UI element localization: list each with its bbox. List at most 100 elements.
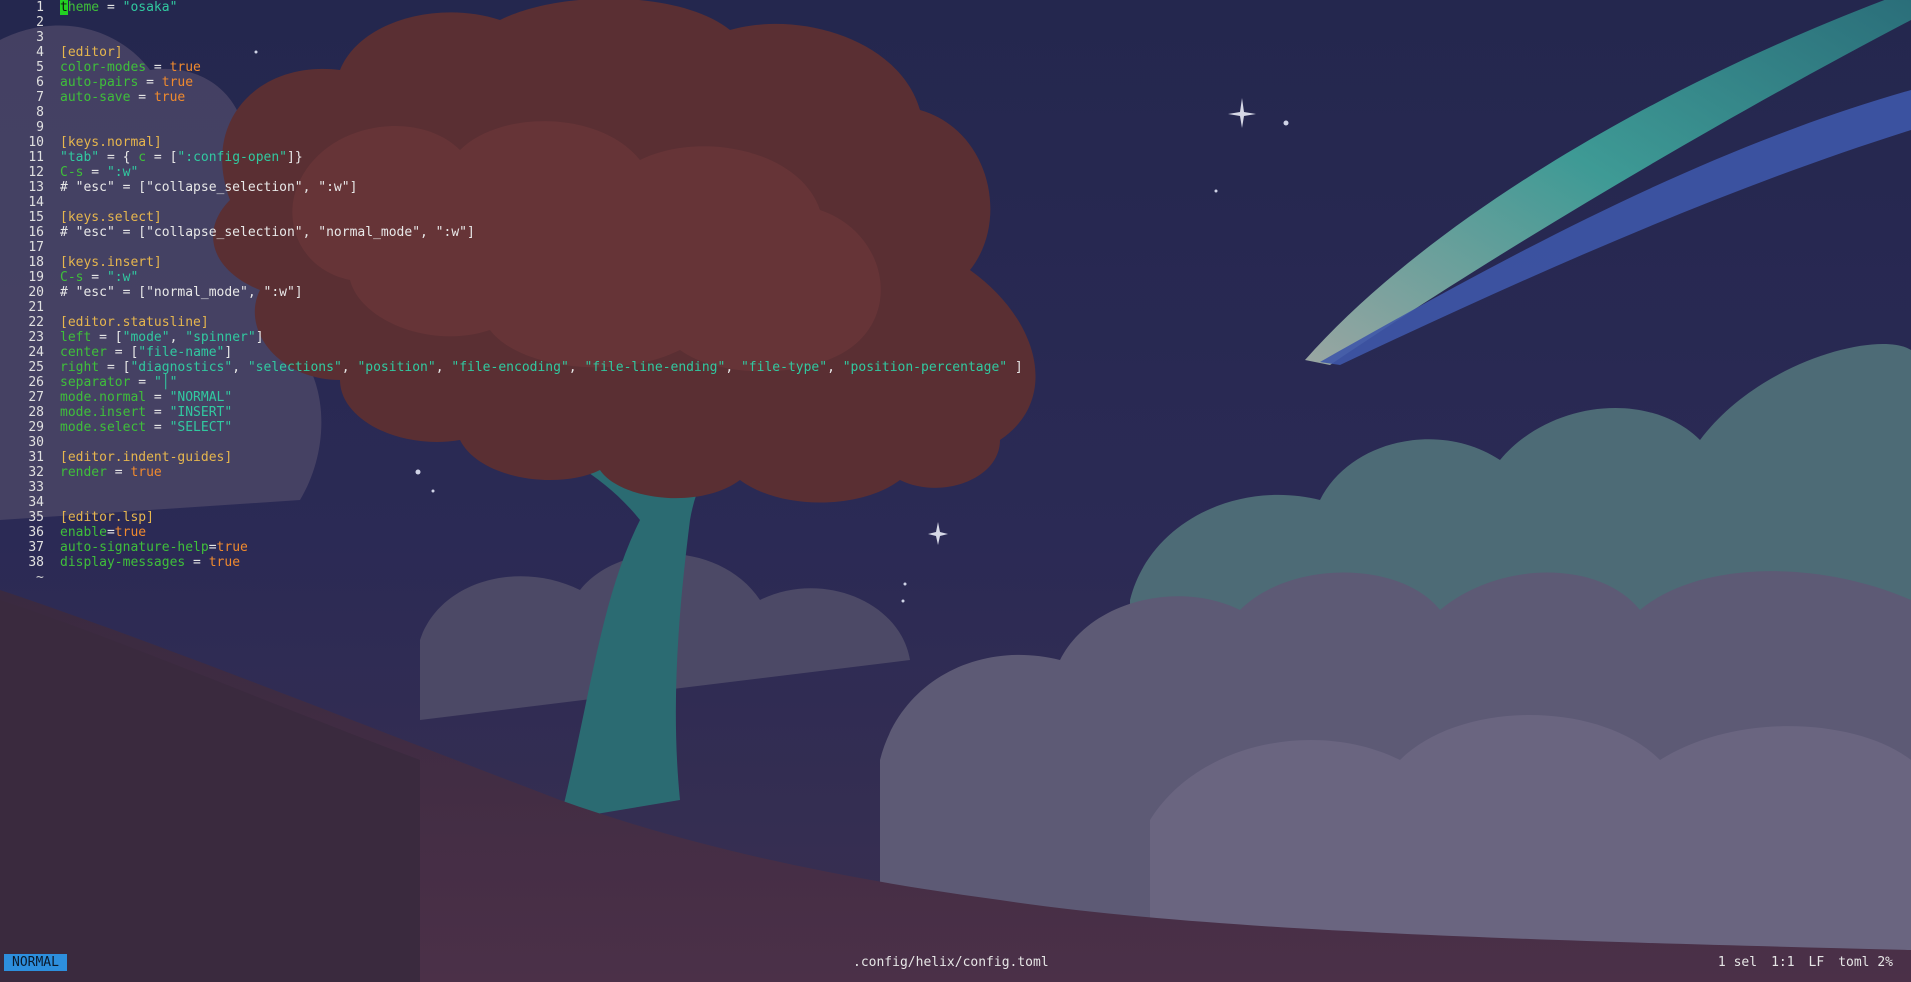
code-line[interactable]: 16 # "esc" = ["collapse_selection", "norm… <box>0 225 1911 240</box>
code-token: "│" <box>153 375 178 390</box>
code-token: true <box>216 540 248 555</box>
code-line[interactable]: 14 <box>0 195 1911 210</box>
code-text[interactable]: auto-pairs = true <box>60 75 193 90</box>
code-line[interactable]: 13 # "esc" = ["collapse_selection", ":w"] <box>0 180 1911 195</box>
code-text[interactable]: center = ["file-name"] <box>60 345 232 360</box>
code-line[interactable]: 1 theme = "osaka" <box>0 0 1911 15</box>
code-line[interactable]: 32 render = true <box>0 465 1911 480</box>
code-line[interactable]: 17 <box>0 240 1911 255</box>
code-text[interactable]: left = ["mode", "spinner"] <box>60 330 264 345</box>
code-token: "file-type" <box>740 360 828 375</box>
code-text[interactable]: [editor.indent-guides] <box>60 450 232 465</box>
code-token: ]} <box>287 150 303 165</box>
code-text[interactable]: # "esc" = ["collapse_selection", "normal… <box>60 225 475 240</box>
line-number: 30 <box>28 435 44 450</box>
code-line[interactable]: 38 display-messages = true <box>0 555 1911 570</box>
code-line[interactable]: 21 <box>0 300 1911 315</box>
code-token: [editor] <box>60 45 123 60</box>
code-line[interactable]: 30 <box>0 435 1911 450</box>
code-text[interactable]: [editor.lsp] <box>60 510 154 525</box>
code-line[interactable]: 29 mode.select = "SELECT" <box>0 420 1911 435</box>
code-line[interactable]: 23 left = ["mode", "spinner"] <box>0 330 1911 345</box>
line-number: 12 <box>28 165 44 180</box>
code-text[interactable]: [keys.normal] <box>60 135 162 150</box>
code-token: , <box>827 360 843 375</box>
code-line[interactable]: 15 [keys.select] <box>0 210 1911 225</box>
code-token: [editor.lsp] <box>60 510 154 525</box>
code-token: # "esc" = ["collapse_selection", ":w"] <box>60 180 358 195</box>
code-line[interactable]: 12 C-s = ":w" <box>0 165 1911 180</box>
code-line[interactable]: 36 enable=true <box>0 525 1911 540</box>
code-text[interactable]: mode.select = "SELECT" <box>60 420 232 435</box>
code-line[interactable]: 2 <box>0 15 1911 30</box>
code-text[interactable]: [editor] <box>60 45 123 60</box>
code-token: auto-signature-help <box>60 540 209 555</box>
code-token: mode.select <box>60 420 147 435</box>
line-number: 7 <box>36 90 44 105</box>
code-line[interactable]: 10 [keys.normal] <box>0 135 1911 150</box>
code-token: = [ <box>146 150 178 165</box>
code-line[interactable]: 22 [editor.statusline] <box>0 315 1911 330</box>
code-line[interactable]: 4 [editor] <box>0 45 1911 60</box>
code-token: c <box>138 150 147 165</box>
code-text[interactable]: [keys.select] <box>60 210 162 225</box>
code-text[interactable]: mode.normal = "NORMAL" <box>60 390 232 405</box>
code-token: "spinner" <box>185 330 256 345</box>
code-text[interactable]: auto-save = true <box>60 90 185 105</box>
code-text[interactable]: C-s = ":w" <box>60 270 138 285</box>
code-line[interactable]: 18 [keys.insert] <box>0 255 1911 270</box>
code-line[interactable]: 19 C-s = ":w" <box>0 270 1911 285</box>
code-text[interactable]: color-modes = true <box>60 60 201 75</box>
code-token: # "esc" = ["normal_mode", ":w"] <box>60 285 303 300</box>
code-token: ] <box>224 345 233 360</box>
code-line[interactable]: 8 <box>0 105 1911 120</box>
code-text[interactable]: auto-signature-help=true <box>60 540 248 555</box>
code-token: [keys.insert] <box>60 255 162 270</box>
code-text[interactable]: separator = "│" <box>60 375 177 390</box>
code-line[interactable]: 20 # "esc" = ["normal_mode", ":w"] <box>0 285 1911 300</box>
code-token: ":w" <box>106 270 139 285</box>
code-text[interactable]: "tab" = { c = [":config-open"]} <box>60 150 303 165</box>
status-filename: .config/helix/config.toml <box>853 955 1049 970</box>
code-text[interactable]: theme = "osaka" <box>60 0 177 15</box>
code-text[interactable]: [keys.insert] <box>60 255 162 270</box>
code-line[interactable]: 25 right = ["diagnostics", "selections", … <box>0 360 1911 375</box>
code-line[interactable]: 9 <box>0 120 1911 135</box>
code-token: enable <box>60 525 107 540</box>
code-text[interactable]: render = true <box>60 465 162 480</box>
code-line[interactable]: 24 center = ["file-name"] <box>0 345 1911 360</box>
code-token: ":config-open" <box>177 150 287 165</box>
code-text[interactable]: right = ["diagnostics", "selections", "p… <box>60 360 1023 375</box>
code-token: = { <box>99 150 139 165</box>
code-token: = [ <box>99 360 131 375</box>
code-line[interactable]: 27 mode.normal = "NORMAL" <box>0 390 1911 405</box>
line-number: 18 <box>28 255 44 270</box>
helix-terminal-window: 1 theme = "osaka" 2 3 4 [editor] 5 color-modes … <box>0 0 1911 982</box>
code-text[interactable]: # "esc" = ["normal_mode", ":w"] <box>60 285 303 300</box>
code-line[interactable]: 5 color-modes = true <box>0 60 1911 75</box>
line-number: 32 <box>28 465 44 480</box>
code-line[interactable]: 7 auto-save = true <box>0 90 1911 105</box>
code-line[interactable]: 33 <box>0 480 1911 495</box>
code-text[interactable]: mode.insert = "INSERT" <box>60 405 232 420</box>
code-text[interactable]: [editor.statusline] <box>60 315 209 330</box>
code-line[interactable]: 6 auto-pairs = true <box>0 75 1911 90</box>
code-line[interactable]: 3 <box>0 30 1911 45</box>
line-number: 35 <box>28 510 44 525</box>
code-token: left <box>60 330 92 345</box>
code-text[interactable]: C-s = ":w" <box>60 165 138 180</box>
code-line[interactable]: 11 "tab" = { c = [":config-open"]} <box>0 150 1911 165</box>
code-text[interactable]: # "esc" = ["collapse_selection", ":w"] <box>60 180 357 195</box>
code-token: , <box>435 360 452 375</box>
code-line[interactable]: 31 [editor.indent-guides] <box>0 450 1911 465</box>
code-token: = <box>130 375 154 390</box>
code-line[interactable]: 37 auto-signature-help=true <box>0 540 1911 555</box>
code-line[interactable]: 26 separator = "│" <box>0 375 1911 390</box>
code-line[interactable]: 35 [editor.lsp] <box>0 510 1911 525</box>
code-token: "file-name" <box>138 345 225 360</box>
code-editor[interactable]: 1 theme = "osaka" 2 3 4 [editor] 5 color-modes … <box>0 0 1911 585</box>
code-text[interactable]: enable=true <box>60 525 146 540</box>
code-line[interactable]: 28 mode.insert = "INSERT" <box>0 405 1911 420</box>
code-text[interactable]: display-messages = true <box>60 555 240 570</box>
code-line[interactable]: 34 <box>0 495 1911 510</box>
